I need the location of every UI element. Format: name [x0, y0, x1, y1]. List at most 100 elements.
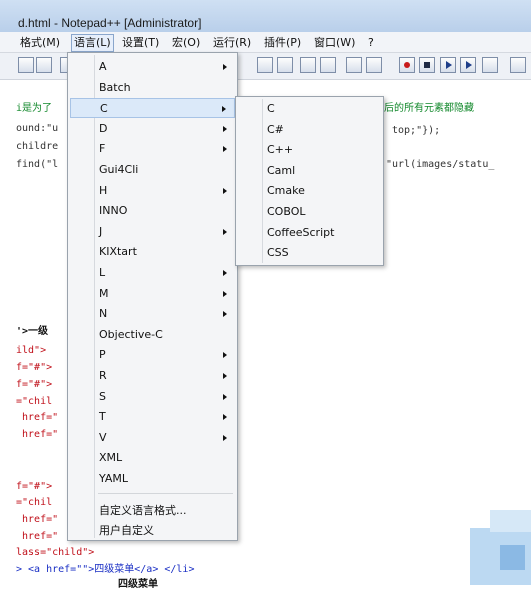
- submenu-arrow-icon: [223, 352, 227, 359]
- c-submenu-item[interactable]: COBOL: [238, 202, 381, 222]
- language-menu-item[interactable]: P: [70, 345, 235, 365]
- playback-icon[interactable]: [440, 57, 456, 73]
- language-menu-item[interactable]: N: [70, 304, 235, 324]
- menu-language[interactable]: 语言(L): [71, 34, 114, 52]
- code-line: href=": [16, 429, 59, 440]
- language-menu-item[interactable]: L: [70, 263, 235, 283]
- submenu-arrow-icon: [223, 290, 227, 297]
- menu-item-label: D: [99, 121, 108, 135]
- submenu-arrow-icon: [223, 270, 227, 276]
- decorative-pixels: [500, 545, 525, 570]
- menu-format[interactable]: 格式(M): [20, 35, 60, 51]
- run-multiple-icon[interactable]: [460, 57, 476, 73]
- code-line: f="#">: [16, 362, 53, 373]
- menu-window[interactable]: 窗口(W): [314, 35, 355, 51]
- paste-icon[interactable]: [36, 57, 52, 73]
- c-submenu-item[interactable]: Cmake: [238, 181, 381, 201]
- submenu-arrow-icon: [222, 106, 226, 113]
- menu-item-label: 自定义语言格式...: [99, 503, 187, 517]
- doc-map-icon[interactable]: [346, 57, 362, 73]
- menu-item-label: 用户自定义: [99, 523, 154, 537]
- extra-icon[interactable]: [510, 57, 526, 73]
- language-menu-item[interactable]: INNO: [70, 201, 235, 221]
- menu-macro[interactable]: 宏(O): [172, 35, 200, 51]
- code-line: href=": [16, 514, 59, 525]
- submenu-arrow-icon: [223, 228, 227, 235]
- language-menu-item[interactable]: T: [70, 407, 235, 427]
- submenu-arrow-icon: [223, 434, 227, 441]
- language-menu-item[interactable]: D: [70, 119, 235, 139]
- menu-item-label: C: [100, 102, 108, 116]
- c-submenu-item[interactable]: Caml: [238, 161, 381, 181]
- c-submenu-item[interactable]: C++: [238, 140, 381, 160]
- code-line: top;"});: [392, 125, 441, 136]
- code-line: ="chil: [16, 497, 53, 508]
- wrap-icon[interactable]: [257, 57, 273, 73]
- c-submenu-item[interactable]: CoffeeScript: [238, 223, 381, 243]
- define-language-item[interactable]: 自定义语言格式...: [70, 499, 235, 519]
- submenu-arrow-icon: [223, 311, 227, 318]
- code-line: 四级菜单: [118, 579, 158, 590]
- stop-record-icon[interactable]: [419, 57, 435, 73]
- menu-item-label: Objective-C: [99, 327, 163, 341]
- decorative-pixels: [490, 510, 531, 532]
- language-menu-item[interactable]: Gui4Cli: [70, 160, 235, 180]
- code-line: href=": [16, 412, 59, 423]
- language-menu-item[interactable]: Batch: [70, 78, 235, 98]
- folder-icon[interactable]: [320, 57, 336, 73]
- menu-item-label: S: [99, 389, 106, 403]
- submenu-item-label: CSS: [267, 246, 289, 260]
- language-menu-item[interactable]: M: [70, 284, 235, 304]
- menu-settings[interactable]: 设置(T): [122, 35, 159, 51]
- menu-item-label: YAML: [99, 472, 129, 485]
- language-menu-item[interactable]: V: [70, 428, 235, 448]
- menu-item-label: A: [99, 60, 107, 73]
- submenu-arrow-icon: [223, 64, 227, 70]
- language-menu-item[interactable]: Objective-C: [70, 325, 235, 345]
- submenu-item-label: COBOL: [267, 205, 306, 218]
- language-menu: A Batch C D F Gui4Cli H INNO J KIXtart L M N Objectiv…: [67, 52, 238, 541]
- submenu-item-label: C++: [267, 143, 294, 157]
- menu-item-label: INNO: [99, 204, 128, 218]
- language-menu-item[interactable]: R: [70, 366, 235, 386]
- language-menu-item[interactable]: J: [70, 222, 235, 242]
- menu-run[interactable]: 运行(R): [213, 35, 251, 51]
- language-menu-item[interactable]: S: [70, 387, 235, 407]
- menu-item-label: Gui4Cli: [99, 163, 139, 176]
- submenu-arrow-icon: [223, 187, 227, 194]
- code-line: lass="child">: [16, 547, 95, 558]
- submenu-arrow-icon: [223, 146, 227, 153]
- submenu-item-label: C: [267, 102, 275, 115]
- copy-icon[interactable]: [18, 57, 34, 73]
- menu-item-label: Batch: [99, 80, 131, 94]
- menu-plugins[interactable]: 插件(P): [264, 35, 301, 51]
- title-bar: d.html - Notepad++ [Administrator]: [0, 0, 531, 32]
- menu-help[interactable]: ?: [368, 35, 374, 51]
- save-macro-icon[interactable]: [482, 57, 498, 73]
- c-submenu-item[interactable]: C#: [238, 120, 381, 140]
- code-line: f="#">: [16, 481, 53, 492]
- code-line: 后的所有元素都隐藏: [384, 103, 474, 114]
- menu-item-label: XML: [99, 451, 123, 465]
- menu-item-label: L: [99, 266, 106, 279]
- language-menu-item[interactable]: XML: [70, 448, 235, 468]
- code-line: href=": [16, 531, 59, 542]
- code-line: '>一级: [16, 326, 49, 337]
- c-submenu-item[interactable]: C: [238, 99, 381, 119]
- show-symbols-icon[interactable]: [277, 57, 293, 73]
- language-menu-item[interactable]: C: [70, 98, 235, 119]
- language-menu-item[interactable]: YAML: [70, 469, 235, 489]
- language-menu-item[interactable]: A: [70, 57, 235, 77]
- indent-guide-icon[interactable]: [300, 57, 316, 73]
- language-menu-item[interactable]: H: [70, 181, 235, 201]
- language-menu-item[interactable]: F: [70, 139, 235, 159]
- submenu-arrow-icon: [223, 414, 227, 421]
- code-line: i是为了: [16, 103, 53, 114]
- user-defined-item[interactable]: 用户自定义: [70, 519, 235, 539]
- record-macro-icon[interactable]: [399, 57, 415, 73]
- c-submenu-item[interactable]: CSS: [238, 243, 381, 263]
- menu-item-label: KIXtart: [99, 245, 137, 259]
- language-menu-item[interactable]: KIXtart: [70, 242, 235, 262]
- submenu-arrow-icon: [223, 125, 227, 132]
- function-list-icon[interactable]: [366, 57, 382, 73]
